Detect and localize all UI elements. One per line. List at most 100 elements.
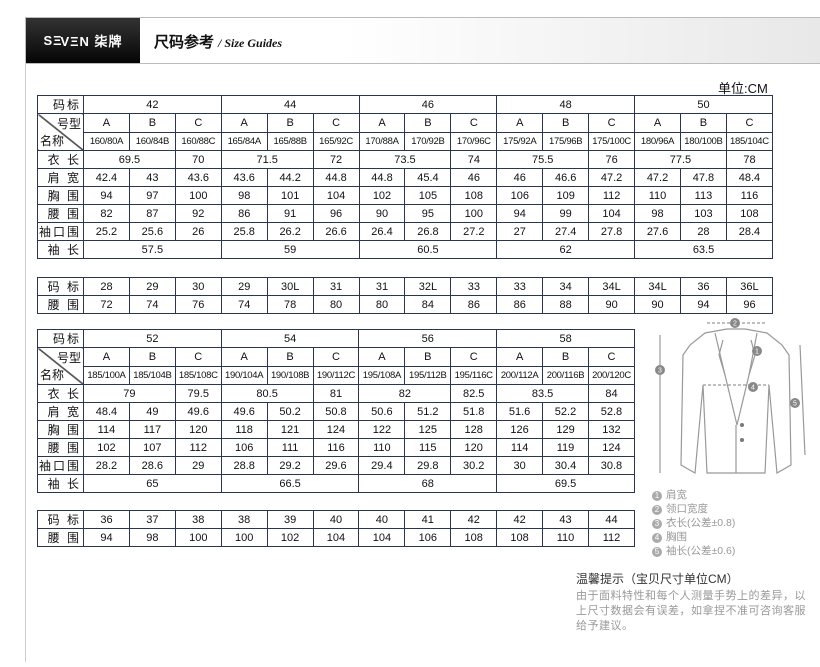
trouser-waist-cell: 78: [266, 295, 314, 314]
waist-cell: 114: [496, 438, 544, 457]
size-cell: 42: [83, 95, 222, 114]
trouser-code-cell: 40: [312, 510, 360, 529]
waist-cell: 92: [174, 204, 222, 223]
row-label: 袖口围: [37, 222, 84, 241]
chest-cell: 106: [496, 186, 544, 205]
row-label: 袖 长: [37, 474, 84, 493]
waist-cell: 107: [128, 438, 176, 457]
trouser-code-cell: 36L: [725, 277, 774, 296]
type-cell: A: [83, 113, 130, 133]
size-cell: 50: [634, 95, 773, 114]
trouser-waist-cell: 110: [542, 528, 589, 547]
type-cell: A: [634, 113, 681, 133]
chest-cell: 122: [358, 420, 406, 439]
sleeve-cell: 66.5: [220, 474, 360, 493]
trouser-waist-cell: 100: [174, 528, 222, 547]
type-cell: C: [450, 347, 498, 367]
name-cell: 195/108A: [358, 365, 406, 385]
cuff-cell: 27.2: [450, 222, 498, 241]
shoulder-cell: 52.8: [587, 402, 636, 421]
legend-item: 4 胸围: [652, 530, 735, 544]
trouser-code-cell: 28: [83, 277, 130, 296]
trouser-waist-cell: 104: [358, 528, 406, 547]
name-cell: 165/84A: [220, 131, 268, 151]
trouser-waist-cell: 104: [312, 528, 360, 547]
row-label: 腰 围: [37, 295, 84, 314]
trouser-waist-cell: 74: [128, 295, 176, 314]
trouser-code-cell: 31: [358, 277, 406, 296]
size-table-2: 码标 52 54 56 58 号型 名称 A B C A B C A B C A B C 185/100A 185/10…: [37, 329, 636, 493]
shoulder-cell: 48.4: [83, 402, 130, 421]
cuff-cell: 30.2: [450, 456, 498, 475]
trouser-code-cell: 31: [312, 277, 360, 296]
waist-cell: 111: [266, 438, 314, 457]
shoulder-cell: 50.8: [312, 402, 360, 421]
size-cell: 44: [220, 95, 360, 114]
name-cell: 190/112C: [312, 365, 360, 385]
type-cell: A: [496, 113, 544, 133]
waist-cell: 87: [128, 204, 176, 223]
size-cell: 48: [496, 95, 636, 114]
waist-cell: 95: [404, 204, 452, 223]
size-label: 码标: [37, 329, 84, 348]
name-cell: 160/80A: [83, 131, 130, 151]
name-cell: 195/116C: [450, 365, 498, 385]
shoulder-cell: 49.6: [174, 402, 222, 421]
row-label: 腰 围: [37, 438, 84, 457]
trouser-code-cell: 39: [266, 510, 314, 529]
length-cell: 82.5: [450, 384, 498, 403]
trouser-code-cell: 44: [587, 510, 636, 529]
shoulder-cell: 43.6: [174, 168, 222, 187]
cuff-cell: 30: [496, 456, 544, 475]
shoulder-cell: 47.8: [679, 168, 727, 187]
type-cell: A: [358, 113, 406, 133]
chest-cell: 109: [542, 186, 590, 205]
chest-cell: 110: [634, 186, 681, 205]
shoulder-cell: 50.6: [358, 402, 406, 421]
row-label: 衣 长: [37, 384, 84, 403]
shoulder-cell: 46.6: [542, 168, 590, 187]
chest-cell: 117: [128, 420, 176, 439]
length-cell: 78: [725, 150, 774, 169]
shoulder-cell: 43.6: [220, 168, 268, 187]
size-row: 码标 42 44 46 48 50: [37, 95, 773, 114]
chest-cell: 104: [312, 186, 360, 205]
length-cell: 70: [174, 150, 222, 169]
measurement-legend: 1 肩宽 2 领口宽度 3 衣长(公差±0.8) 4 胸围 5 袖长(公差±0.6): [652, 488, 735, 558]
measure-row-shoulder: 肩 宽 42.4 43 43.6 43.6 44.2 44.8 44.8 45.4 46 46 46.…: [37, 168, 774, 187]
type-label: 号型: [56, 117, 81, 131]
type-cell: B: [542, 113, 590, 133]
trouser-code-cell: 30: [174, 277, 222, 296]
type-cell: C: [312, 113, 360, 133]
type-label: 号型: [56, 351, 81, 365]
chest-cell: 101: [266, 186, 314, 205]
row-label: 袖口围: [37, 456, 84, 475]
trouser-waist-cell: 90: [588, 295, 636, 314]
name-cell: 200/120C: [587, 365, 636, 385]
waist-cell: 82: [83, 204, 130, 223]
length-cell: 74: [450, 150, 498, 169]
length-cell: 79: [83, 384, 176, 403]
page-title: 尺码参考 / Size Guides: [154, 31, 282, 52]
sleeve-cell: 68: [358, 474, 498, 493]
trouser-code-cell: 29: [128, 277, 176, 296]
row-label: 胸 围: [37, 420, 84, 439]
length-cell: 82: [358, 384, 452, 403]
name-cell: 170/92B: [404, 131, 452, 151]
name-cell: 200/116B: [542, 365, 589, 385]
chest-cell: 102: [358, 186, 406, 205]
shoulder-cell: 44.8: [358, 168, 406, 187]
shoulder-cell: 51.8: [450, 402, 498, 421]
sleeve-cell: 57.5: [83, 240, 222, 259]
size-cell: 58: [496, 329, 635, 348]
number-badge-icon: 3: [652, 519, 662, 529]
sleeve-cell: 60.5: [358, 240, 498, 259]
shoulder-cell: 50.2: [266, 402, 314, 421]
size-cell: 52: [83, 329, 222, 348]
size-cell: 56: [358, 329, 498, 348]
waist-cell: 86: [220, 204, 268, 223]
trouser-waist-cell: 112: [587, 528, 636, 547]
cuff-cell: 28.2: [83, 456, 130, 475]
length-cell: 72: [312, 150, 360, 169]
chest-cell: 121: [266, 420, 314, 439]
